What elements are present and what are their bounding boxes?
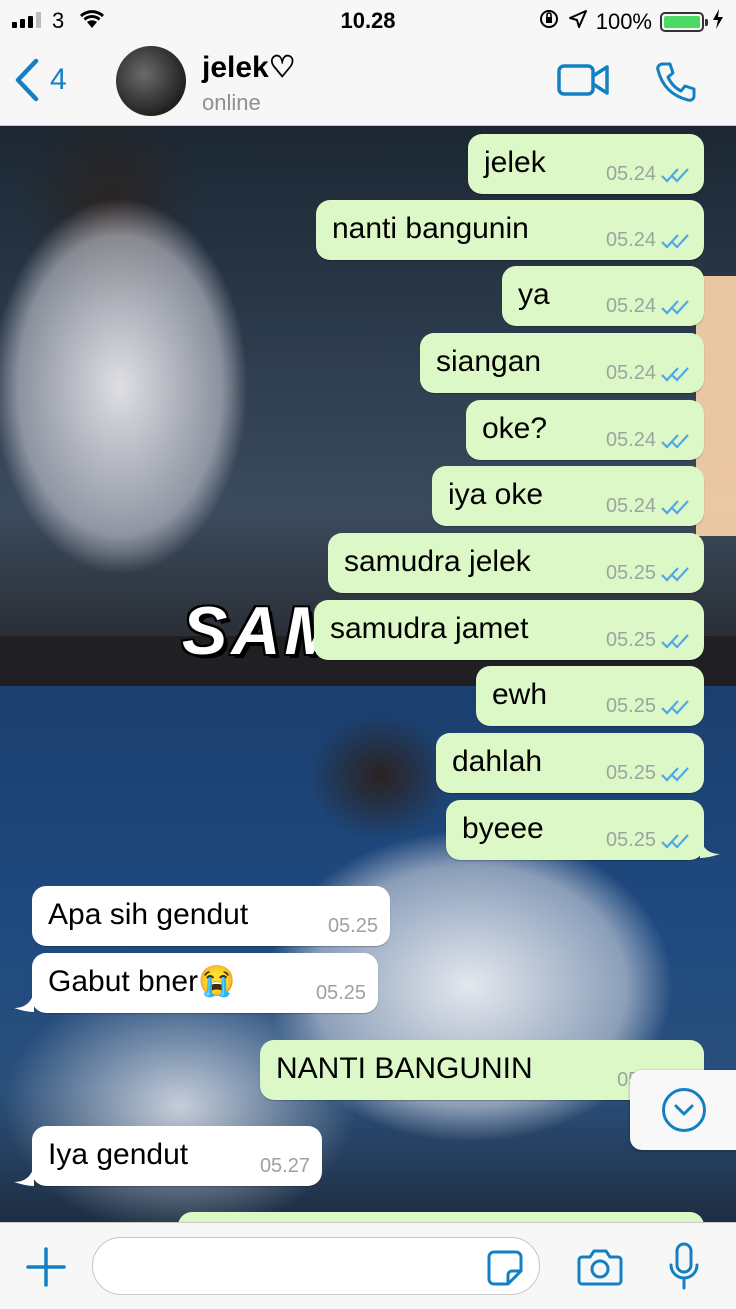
- sticker-icon: [487, 1250, 523, 1286]
- message-bubble[interactable]: dahlah 05.25: [436, 733, 704, 793]
- sticker-button[interactable]: [486, 1249, 524, 1292]
- message-text: Apa sih gendut: [48, 898, 249, 931]
- message-time: 05.24: [605, 362, 656, 384]
- phone-icon: [656, 62, 696, 102]
- back-chevron-icon: [15, 58, 39, 102]
- message-time: 05.24: [605, 429, 656, 451]
- message-time: 05.25: [605, 829, 656, 851]
- message-bubble-partial[interactable]: [178, 1212, 704, 1222]
- attach-button[interactable]: [24, 1245, 68, 1294]
- message-input-bar: [0, 1222, 736, 1309]
- battery-fill: [664, 16, 700, 28]
- video-call-button[interactable]: [556, 60, 610, 105]
- chat-header: 4 jelek♡ online: [0, 40, 736, 126]
- message-time: 05.24: [605, 229, 656, 251]
- message-bubble[interactable]: Iya gendut 05.27: [32, 1126, 322, 1186]
- message-bubble[interactable]: Apa sih gendut 05.25: [32, 886, 390, 946]
- message-time: 05.25: [605, 762, 656, 784]
- message-text: Gabut bner😭: [48, 965, 236, 998]
- rotation-lock-icon: [538, 8, 560, 36]
- message-time: 05.24: [605, 495, 656, 517]
- status-bar: 3 10.28 100%: [0, 0, 736, 40]
- message-time: 05.25: [605, 562, 656, 584]
- bubble-tail: [14, 1166, 34, 1186]
- read-ticks-icon: [661, 433, 689, 449]
- video-call-icon: [557, 64, 609, 96]
- back-button[interactable]: 4: [14, 58, 67, 102]
- message-time: 05.27: [259, 1155, 310, 1177]
- message-bubble[interactable]: Gabut bner😭 05.25: [32, 953, 378, 1013]
- message-bubble[interactable]: iya oke 05.24: [432, 466, 704, 526]
- message-text: dahlah: [452, 745, 543, 778]
- message-text: samudra jelek: [344, 545, 531, 578]
- message-bubble[interactable]: ewh 05.25: [476, 666, 704, 726]
- plus-icon: [26, 1247, 66, 1287]
- message-text: byeee: [462, 812, 544, 845]
- scroll-to-bottom-button[interactable]: [630, 1070, 736, 1150]
- camera-button[interactable]: [576, 1245, 624, 1294]
- message-time: 05.25: [605, 695, 656, 717]
- unread-count: 4: [50, 63, 67, 96]
- message-time: 05.25: [605, 629, 656, 651]
- message-text: nanti bangunin: [332, 212, 529, 245]
- read-ticks-icon: [661, 299, 689, 315]
- message-bubble[interactable]: siangan 05.24: [420, 333, 704, 393]
- message-time: 05.25: [327, 915, 378, 937]
- read-ticks-icon: [661, 633, 689, 649]
- contact-name[interactable]: jelek♡: [202, 50, 296, 85]
- read-ticks-icon: [661, 167, 689, 183]
- battery-percent: 100%: [595, 9, 652, 34]
- chat-area[interactable]: SAM jelek 05.24 nanti bangunin 05.24 ya …: [0, 126, 736, 1222]
- bubble-tail: [14, 992, 34, 1012]
- message-text: iya oke: [448, 478, 544, 511]
- message-text: jelek: [484, 146, 546, 179]
- message-bubble[interactable]: byeee 05.25: [446, 800, 704, 860]
- contact-status: online: [202, 90, 261, 115]
- message-bubble[interactable]: samudra jelek 05.25: [328, 533, 704, 593]
- location-icon: [568, 9, 588, 35]
- message-bubble[interactable]: nanti bangunin 05.24: [316, 200, 704, 260]
- message-input[interactable]: [92, 1237, 540, 1295]
- message-time: 05.25: [315, 982, 366, 1004]
- microphone-icon: [669, 1242, 699, 1290]
- battery-icon: [660, 12, 708, 32]
- charging-icon: [712, 9, 724, 35]
- message-time: 05.24: [605, 163, 656, 185]
- chevron-down-icon: [662, 1088, 706, 1132]
- message-text: ya: [518, 278, 550, 311]
- read-ticks-icon: [661, 833, 689, 849]
- message-text: NANTI BANGUNIN: [276, 1052, 533, 1085]
- message-bubble[interactable]: oke? 05.24: [466, 400, 704, 460]
- message-time: 05.24: [605, 295, 656, 317]
- message-bubble[interactable]: jelek 05.24: [468, 134, 704, 194]
- voice-call-button[interactable]: [654, 60, 698, 109]
- message-text: samudra jamet: [330, 612, 529, 645]
- message-text: oke?: [482, 412, 548, 445]
- camera-icon: [577, 1249, 623, 1286]
- read-ticks-icon: [661, 766, 689, 782]
- read-ticks-icon: [661, 566, 689, 582]
- message-bubble[interactable]: samudra jamet 05.25: [314, 600, 704, 660]
- avatar[interactable]: [116, 46, 186, 116]
- bubble-tail: [700, 838, 720, 858]
- message-text: Iya gendut: [48, 1138, 189, 1171]
- read-ticks-icon: [661, 699, 689, 715]
- read-ticks-icon: [661, 366, 689, 382]
- read-ticks-icon: [661, 233, 689, 249]
- read-ticks-icon: [661, 499, 689, 515]
- message-text: ewh: [492, 678, 548, 711]
- message-text: siangan: [436, 345, 542, 378]
- voice-message-button[interactable]: [666, 1241, 702, 1298]
- message-bubble[interactable]: ya 05.24: [502, 266, 704, 326]
